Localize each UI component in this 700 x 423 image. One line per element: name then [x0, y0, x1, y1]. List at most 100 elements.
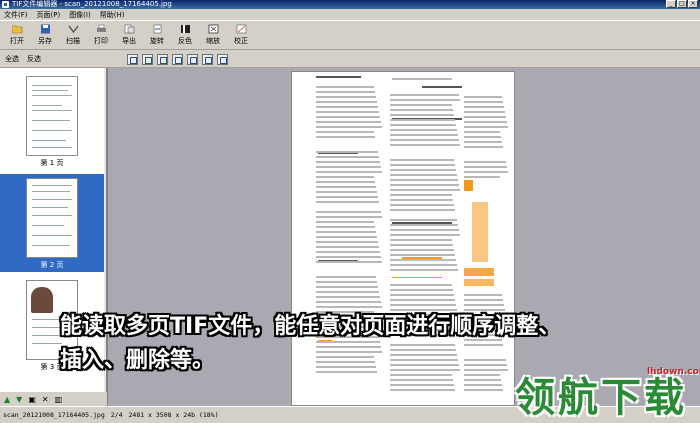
save-as-button[interactable]: 另存	[31, 21, 59, 49]
text-line	[316, 156, 379, 158]
text-line	[390, 354, 457, 356]
zoom-out-icon[interactable]	[142, 53, 153, 65]
caption-line-1: 能读取多页TIF文件，能任意对页面进行顺序调整、	[60, 314, 561, 339]
selection-bar: 全选 反选	[0, 51, 107, 68]
text-line	[390, 189, 460, 191]
text-line	[316, 101, 377, 103]
text-line	[316, 241, 378, 243]
text-line	[464, 106, 504, 108]
deskew-button[interactable]: 校正	[227, 21, 255, 49]
photo-figure	[31, 287, 53, 313]
text-line	[316, 116, 380, 118]
text-line	[464, 359, 506, 361]
text-line	[464, 131, 500, 133]
close-button[interactable]: ×	[688, 0, 698, 8]
text-line	[390, 99, 460, 101]
text-line	[390, 219, 457, 221]
text-line	[390, 379, 453, 381]
rotate-button[interactable]: 旋转	[143, 21, 171, 49]
text-line	[390, 374, 452, 376]
move-down-icon[interactable]: ▼	[16, 395, 22, 404]
delete-page-icon[interactable]: ✕	[42, 395, 49, 404]
invert-selection-button[interactable]: 反选	[27, 54, 41, 64]
text-line	[390, 269, 458, 271]
text-line	[316, 371, 377, 373]
watermark: 领航下载 lhdown.com	[515, 365, 700, 421]
thumbnail-image	[26, 178, 78, 258]
text-line	[316, 111, 379, 113]
move-up-icon[interactable]: ▲	[4, 395, 10, 404]
text-line	[316, 246, 379, 248]
thumbnail-page-1[interactable]: 第 1 页	[0, 72, 104, 170]
text-line	[390, 204, 454, 206]
text-line	[316, 276, 376, 278]
trash-icon[interactable]: ▥	[55, 395, 63, 404]
app-icon	[2, 1, 9, 8]
actual-size-icon[interactable]	[187, 53, 198, 65]
text-line	[390, 349, 456, 351]
scan-button[interactable]: 扫描	[59, 21, 87, 49]
text-line	[464, 364, 507, 366]
menu-image[interactable]: 图像(I)	[69, 10, 91, 20]
text-line	[316, 296, 380, 298]
text-line	[390, 294, 454, 296]
text-line	[390, 264, 457, 266]
page-tools: ▲ ▼ ▣ ✕ ▥	[0, 392, 107, 406]
text-line	[390, 124, 456, 126]
text-line	[464, 121, 507, 123]
text-line	[390, 194, 452, 196]
text-line	[464, 166, 507, 168]
maximize-button[interactable]: □	[677, 0, 687, 8]
save-icon	[40, 24, 50, 34]
text-line	[390, 224, 458, 226]
toolbar: 打开 另存 扫描 打印 导出 旋转 反色 缩放 校正	[0, 20, 700, 50]
accent-block	[464, 279, 494, 286]
menu-file[interactable]: 文件(F)	[4, 10, 28, 20]
text-line	[316, 226, 375, 228]
status-page: 2/4	[110, 411, 123, 419]
text-line	[390, 109, 453, 111]
minimize-button[interactable]: _	[666, 0, 676, 8]
fit-width-icon[interactable]	[172, 53, 183, 65]
export-button[interactable]: 导出	[115, 21, 143, 49]
text-line	[390, 304, 456, 306]
zoom-button[interactable]: 缩放	[199, 21, 227, 49]
text-line	[316, 106, 378, 108]
text-line	[316, 281, 377, 283]
print-button[interactable]: 打印	[87, 21, 115, 49]
text-line	[390, 254, 455, 256]
thumbnail-label: 第 1 页	[40, 159, 64, 167]
status-image-info: 2481 x 3508 x 24b (18%)	[128, 411, 219, 419]
text-line	[390, 134, 458, 136]
text-line	[390, 144, 460, 146]
text-line	[316, 171, 382, 173]
open-button[interactable]: 打开	[3, 21, 31, 49]
invert-button[interactable]: 反色	[171, 21, 199, 49]
color-drop-icon[interactable]	[217, 53, 228, 65]
thumbnail-label: 第 2 页	[40, 261, 64, 269]
zoom-in-icon[interactable]	[127, 53, 138, 65]
caption-line-2: 插入、删除等。	[60, 348, 215, 373]
text-line	[390, 239, 452, 241]
fit-page-icon[interactable]	[157, 53, 168, 65]
text-line	[316, 126, 382, 128]
accent-block	[464, 268, 494, 276]
text-line	[316, 121, 381, 123]
text-line	[316, 176, 374, 178]
menu-page[interactable]: 页面(P)	[37, 10, 61, 20]
text-line	[464, 116, 506, 118]
text-line	[390, 244, 453, 246]
select-region-icon[interactable]	[202, 53, 213, 65]
thumbnail-page-2[interactable]: 第 2 页	[0, 174, 104, 272]
menu-help[interactable]: 帮助(H)	[100, 10, 125, 20]
folder-open-icon	[11, 25, 22, 34]
insert-page-icon[interactable]: ▣	[28, 395, 36, 404]
select-all-button[interactable]: 全选	[5, 54, 19, 64]
accent-block	[472, 202, 488, 262]
text-line	[316, 361, 375, 363]
text-line	[316, 201, 379, 203]
text-line	[316, 251, 380, 253]
text-line	[390, 174, 457, 176]
text-line	[316, 161, 380, 163]
invert-icon	[180, 25, 190, 33]
